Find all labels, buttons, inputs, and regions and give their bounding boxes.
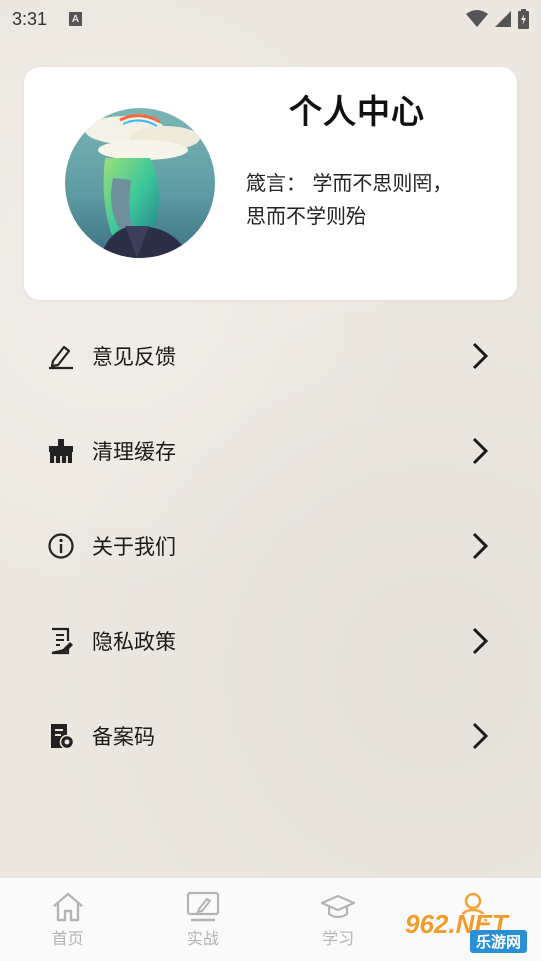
status-time: 3:31 — [12, 8, 48, 29]
home-icon — [52, 892, 83, 921]
policy-document-icon — [47, 627, 75, 655]
chevron-right-icon — [472, 342, 489, 369]
battery-icon — [518, 9, 529, 29]
menu-item-label: 隐私政策 — [92, 629, 176, 654]
motto-line2: 思而不学则殆 — [246, 204, 366, 228]
tab-practice[interactable]: 实战 — [135, 878, 270, 961]
menu-item-about-us[interactable]: 关于我们 — [0, 498, 541, 593]
graduation-cap-icon — [321, 894, 356, 918]
watermark-logo: 962.NET 乐游网 — [401, 907, 531, 953]
motto-line1: 学而不思则罔， — [312, 171, 453, 195]
menu-item-clear-cache[interactable]: 清理缓存 — [0, 403, 541, 498]
chevron-right-icon — [472, 627, 489, 654]
motto-prefix: 箴言： — [246, 171, 306, 195]
menu-item-label: 关于我们 — [92, 534, 176, 559]
tab-home[interactable]: 首页 — [0, 878, 135, 961]
a-icon: A — [69, 12, 83, 26]
motto-text: 箴言： 学而不思则罔， 思而不学则殆 — [246, 167, 491, 233]
watermark-sub: 乐游网 — [469, 930, 527, 953]
broom-icon — [47, 437, 75, 465]
settings-menu: 意见反馈 清理缓存 关于我们 隐私政策 备案码 — [0, 308, 541, 783]
status-bar: 3:31 A — [0, 0, 541, 38]
feedback-edit-icon — [47, 342, 75, 370]
tab-label: 首页 — [51, 928, 84, 948]
menu-item-feedback[interactable]: 意见反馈 — [0, 308, 541, 403]
menu-item-label: 备案码 — [92, 724, 155, 749]
menu-item-privacy-policy[interactable]: 隐私政策 — [0, 593, 541, 688]
cellular-signal-icon — [495, 11, 511, 27]
menu-item-label: 清理缓存 — [92, 439, 176, 464]
status-indicators — [466, 9, 529, 29]
tab-label: 实战 — [186, 928, 219, 948]
info-icon — [47, 532, 75, 560]
menu-item-registration-code[interactable]: 备案码 — [0, 688, 541, 783]
page-title: 个人中心 — [289, 92, 425, 131]
profile-card: 个人中心 箴言： 学而不思则罔， 思而不学则殆 — [24, 67, 517, 300]
practice-icon — [186, 891, 219, 921]
chevron-right-icon — [472, 532, 489, 559]
wifi-icon — [466, 10, 488, 27]
tab-study[interactable]: 学习 — [271, 878, 406, 961]
avatar[interactable] — [65, 108, 215, 258]
bottom-nav: 首页 实战 学习 我的 962.NET 乐游网 — [0, 877, 541, 961]
menu-item-label: 意见反馈 — [92, 344, 176, 369]
chevron-right-icon — [472, 437, 489, 464]
chevron-right-icon — [472, 722, 489, 749]
registration-document-icon — [47, 722, 75, 750]
tab-label: 学习 — [322, 928, 355, 948]
